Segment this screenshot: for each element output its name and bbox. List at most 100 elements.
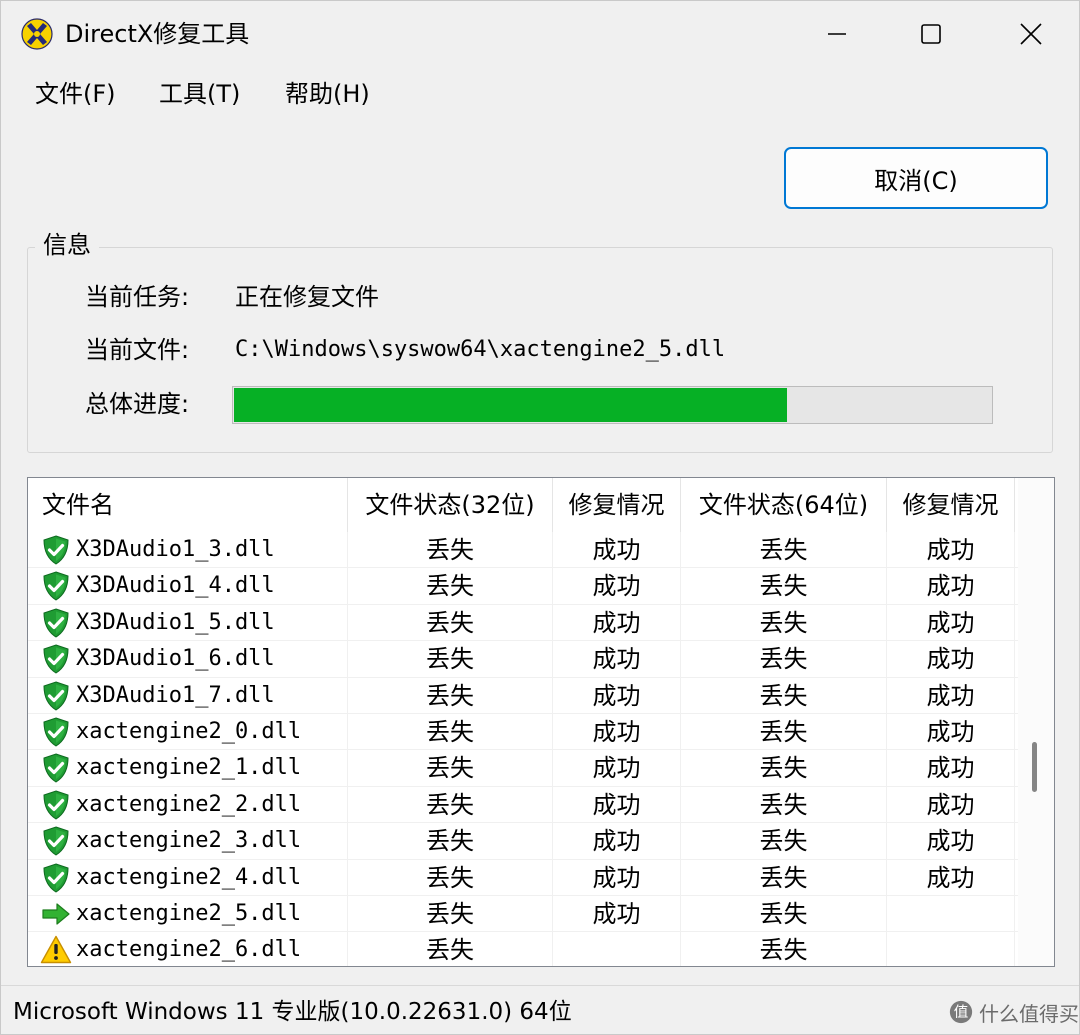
cancel-button[interactable]: 取消(C): [784, 147, 1048, 209]
file-list-header: 文件名 文件状态(32位) 修复情况 文件状态(64位) 修复情况: [28, 478, 1018, 532]
file-name-cell: X3DAudio1_7.dll: [28, 677, 348, 714]
menu-help[interactable]: 帮助(H): [285, 79, 370, 109]
status-64-cell: 丢失: [681, 859, 887, 896]
file-list-row[interactable]: xactengine2_1.dll 丢失 成功 丢失 成功: [28, 750, 1018, 787]
repair-32-cell: 成功: [553, 713, 681, 750]
file-name-text: xactengine2_1.dll: [76, 755, 302, 781]
shield-check-icon: [40, 752, 72, 784]
repair-32-cell: 成功: [553, 786, 681, 823]
column-header-repair-64[interactable]: 修复情况: [887, 478, 1015, 532]
title-bar[interactable]: DirectX修复工具: [1, 1, 1079, 67]
file-name-text: X3DAudio1_4.dll: [76, 573, 275, 599]
file-name-text: xactengine2_0.dll: [76, 718, 302, 744]
repair-32-cell: 成功: [553, 568, 681, 605]
file-list[interactable]: 文件名 文件状态(32位) 修复情况 文件状态(64位) 修复情况 X3DAud…: [27, 477, 1055, 967]
status-32-cell: 丢失: [348, 932, 553, 966]
repair-64-cell: 成功: [887, 786, 1015, 823]
warning-icon: [40, 934, 72, 966]
file-name-cell: xactengine2_6.dll: [28, 932, 348, 966]
shield-check-icon: [40, 534, 72, 566]
status-32-cell: 丢失: [348, 641, 553, 678]
file-name-text: X3DAudio1_5.dll: [76, 609, 275, 635]
repair-64-cell: [887, 895, 1015, 932]
info-groupbox-legend: 信息: [35, 229, 99, 261]
close-button[interactable]: [981, 1, 1079, 67]
repair-64-cell: 成功: [887, 532, 1015, 568]
file-name-cell: xactengine2_0.dll: [28, 713, 348, 750]
menu-tools[interactable]: 工具(T): [159, 79, 240, 109]
menu-bar: 文件(F) 工具(T) 帮助(H): [1, 67, 1079, 121]
repair-32-cell: 成功: [553, 859, 681, 896]
repair-32-cell: 成功: [553, 604, 681, 641]
file-name-text: xactengine2_6.dll: [76, 937, 302, 963]
file-name-text: xactengine2_3.dll: [76, 828, 302, 854]
directx-logo-icon: [21, 18, 53, 50]
status-64-cell: 丢失: [681, 568, 887, 605]
status-32-cell: 丢失: [348, 750, 553, 787]
status-32-cell: 丢失: [348, 568, 553, 605]
status-32-cell: 丢失: [348, 604, 553, 641]
svg-text:值: 值: [954, 1004, 969, 1021]
status-32-cell: 丢失: [348, 895, 553, 932]
maximize-button[interactable]: [881, 1, 981, 67]
status-64-cell: 丢失: [681, 823, 887, 860]
file-list-row[interactable]: X3DAudio1_5.dll 丢失 成功 丢失 成功: [28, 604, 1018, 642]
status-64-cell: 丢失: [681, 641, 887, 678]
file-name-cell: X3DAudio1_4.dll: [28, 568, 348, 605]
column-header-status-32[interactable]: 文件状态(32位): [348, 478, 553, 532]
file-list-row[interactable]: xactengine2_5.dll 丢失 成功 丢失: [28, 895, 1018, 933]
minimize-icon: [828, 33, 846, 35]
repair-32-cell: 成功: [553, 895, 681, 932]
repair-32-cell: [553, 932, 681, 966]
status-bar: Microsoft Windows 11 专业版(10.0.22631.0) 6…: [1, 985, 1079, 1034]
file-list-row[interactable]: X3DAudio1_3.dll 丢失 成功 丢失 成功: [28, 532, 1018, 569]
green-arrow-icon: [40, 898, 72, 930]
menu-file[interactable]: 文件(F): [35, 79, 116, 109]
column-header-status-64[interactable]: 文件状态(64位): [681, 478, 887, 532]
file-list-row[interactable]: xactengine2_2.dll 丢失 成功 丢失 成功: [28, 786, 1018, 824]
status-64-cell: 丢失: [681, 932, 887, 966]
status-32-cell: 丢失: [348, 532, 553, 568]
overall-progress-bar: [232, 386, 993, 424]
status-32-cell: 丢失: [348, 823, 553, 860]
repair-64-cell: 成功: [887, 859, 1015, 896]
current-task-label: 当前任务:: [85, 283, 190, 311]
close-icon: [1020, 23, 1042, 45]
file-list-row[interactable]: xactengine2_6.dll 丢失 丢失: [28, 932, 1018, 966]
status-32-cell: 丢失: [348, 677, 553, 714]
vertical-scrollbar[interactable]: [1018, 478, 1054, 966]
repair-32-cell: 成功: [553, 641, 681, 678]
shield-check-icon: [40, 607, 72, 639]
file-list-rows: X3DAudio1_3.dll 丢失 成功 丢失 成功 X3DAudio1_4.dll 丢失…: [28, 532, 1018, 966]
current-file-value: C:\Windows\syswow64\xactengine2_5.dll: [235, 337, 726, 362]
repair-64-cell: 成功: [887, 750, 1015, 787]
file-name-cell: X3DAudio1_6.dll: [28, 641, 348, 678]
file-list-row[interactable]: X3DAudio1_7.dll 丢失 成功 丢失 成功: [28, 677, 1018, 714]
repair-32-cell: 成功: [553, 677, 681, 714]
shield-check-icon: [40, 716, 72, 748]
status-64-cell: 丢失: [681, 895, 887, 932]
shield-check-icon: [40, 570, 72, 602]
column-header-filename[interactable]: 文件名: [28, 478, 348, 532]
shield-check-icon: [40, 680, 72, 712]
file-name-text: xactengine2_4.dll: [76, 864, 302, 890]
file-name-text: X3DAudio1_3.dll: [76, 537, 275, 562]
status-64-cell: 丢失: [681, 604, 887, 641]
window-title: DirectX修复工具: [65, 20, 250, 48]
file-list-row[interactable]: X3DAudio1_6.dll 丢失 成功 丢失 成功: [28, 641, 1018, 678]
file-name-cell: X3DAudio1_5.dll: [28, 604, 348, 641]
file-name-text: X3DAudio1_7.dll: [76, 682, 275, 708]
file-list-row[interactable]: xactengine2_3.dll 丢失 成功 丢失 成功: [28, 823, 1018, 860]
repair-64-cell: 成功: [887, 823, 1015, 860]
minimize-button[interactable]: [787, 1, 887, 67]
file-list-row[interactable]: xactengine2_0.dll 丢失 成功 丢失 成功: [28, 713, 1018, 751]
repair-32-cell: 成功: [553, 823, 681, 860]
current-task-value: 正在修复文件: [235, 283, 379, 311]
directx-repair-window: DirectX修复工具 文件(F) 工具(T) 帮助(H) 取消(C) 信息 当…: [0, 0, 1080, 1035]
file-list-row[interactable]: X3DAudio1_4.dll 丢失 成功 丢失 成功: [28, 568, 1018, 605]
file-list-row[interactable]: xactengine2_4.dll 丢失 成功 丢失 成功: [28, 859, 1018, 896]
scrollbar-thumb[interactable]: [1032, 742, 1037, 792]
column-header-repair-32[interactable]: 修复情况: [553, 478, 681, 532]
status-32-cell: 丢失: [348, 713, 553, 750]
status-64-cell: 丢失: [681, 750, 887, 787]
